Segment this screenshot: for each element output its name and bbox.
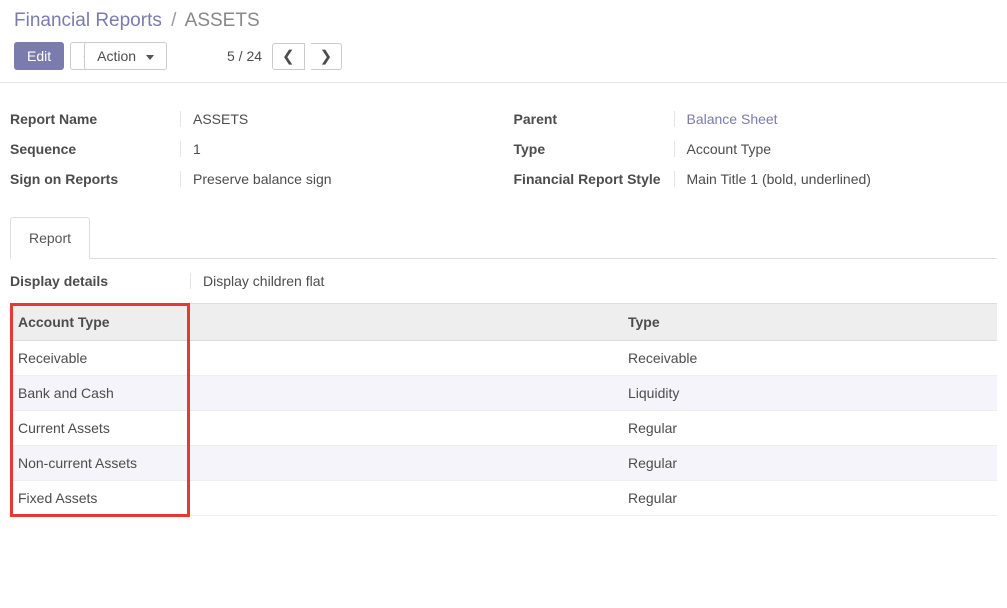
cell-type: Regular bbox=[620, 446, 997, 481]
tab-report[interactable]: Report bbox=[10, 217, 90, 259]
pager-current: 5 bbox=[227, 48, 235, 64]
account-type-table: Account Type Type Receivable Receivable … bbox=[10, 303, 997, 516]
control-panel: Financial Reports / ASSETS Edit Create A… bbox=[0, 0, 1007, 83]
pager-sep: / bbox=[235, 48, 247, 64]
action-dropdown[interactable]: Action bbox=[84, 42, 167, 70]
chevron-left-icon: ❮ bbox=[282, 48, 295, 65]
parent-link[interactable]: Balance Sheet bbox=[687, 111, 778, 127]
type-label: Type bbox=[504, 141, 674, 157]
style-value: Main Title 1 (bold, underlined) bbox=[674, 171, 998, 187]
tabs: Report bbox=[10, 217, 997, 259]
next-button[interactable]: ❯ bbox=[311, 43, 343, 70]
cell-type: Regular bbox=[620, 411, 997, 446]
chevron-right-icon: ❯ bbox=[320, 48, 333, 65]
pager[interactable]: 5 / 24 bbox=[227, 48, 262, 64]
th-type[interactable]: Type bbox=[620, 304, 997, 341]
cell-account-type: Current Assets bbox=[10, 411, 620, 446]
cell-account-type: Receivable bbox=[10, 341, 620, 376]
type-value: Account Type bbox=[674, 141, 998, 157]
display-details-label: Display details bbox=[10, 273, 190, 289]
th-account-type[interactable]: Account Type bbox=[10, 304, 620, 341]
cell-account-type: Non-current Assets bbox=[10, 446, 620, 481]
breadcrumb-root[interactable]: Financial Reports bbox=[14, 10, 162, 31]
prev-button[interactable]: ❮ bbox=[272, 43, 305, 70]
display-details-value: Display children flat bbox=[190, 273, 997, 289]
table-row[interactable]: Bank and Cash Liquidity bbox=[10, 376, 997, 411]
cell-type: Regular bbox=[620, 481, 997, 516]
table-row[interactable]: Non-current Assets Regular bbox=[10, 446, 997, 481]
breadcrumb: Financial Reports / ASSETS bbox=[14, 10, 993, 32]
table-row[interactable]: Current Assets Regular bbox=[10, 411, 997, 446]
action-label: Action bbox=[97, 48, 136, 64]
table-row[interactable]: Receivable Receivable bbox=[10, 341, 997, 376]
sign-value: Preserve balance sign bbox=[180, 171, 504, 187]
chevron-down-icon bbox=[146, 55, 154, 60]
edit-button[interactable]: Edit bbox=[14, 42, 64, 70]
style-label: Financial Report Style bbox=[504, 171, 674, 187]
breadcrumb-current: ASSETS bbox=[185, 10, 260, 31]
cell-type: Receivable bbox=[620, 341, 997, 376]
form-sheet: Report Name ASSETS Sequence 1 Sign on Re… bbox=[0, 83, 1007, 516]
cell-type: Liquidity bbox=[620, 376, 997, 411]
pager-total: 24 bbox=[246, 48, 262, 64]
report-name-label: Report Name bbox=[10, 111, 180, 127]
report-name-value: ASSETS bbox=[180, 111, 504, 127]
sign-label: Sign on Reports bbox=[10, 171, 180, 187]
cell-account-type: Fixed Assets bbox=[10, 481, 620, 516]
table-row[interactable]: Fixed Assets Regular bbox=[10, 481, 997, 516]
sequence-value: 1 bbox=[180, 141, 504, 157]
sequence-label: Sequence bbox=[10, 141, 180, 157]
cell-account-type: Bank and Cash bbox=[10, 376, 620, 411]
parent-label: Parent bbox=[504, 111, 674, 127]
breadcrumb-separator: / bbox=[167, 10, 180, 31]
